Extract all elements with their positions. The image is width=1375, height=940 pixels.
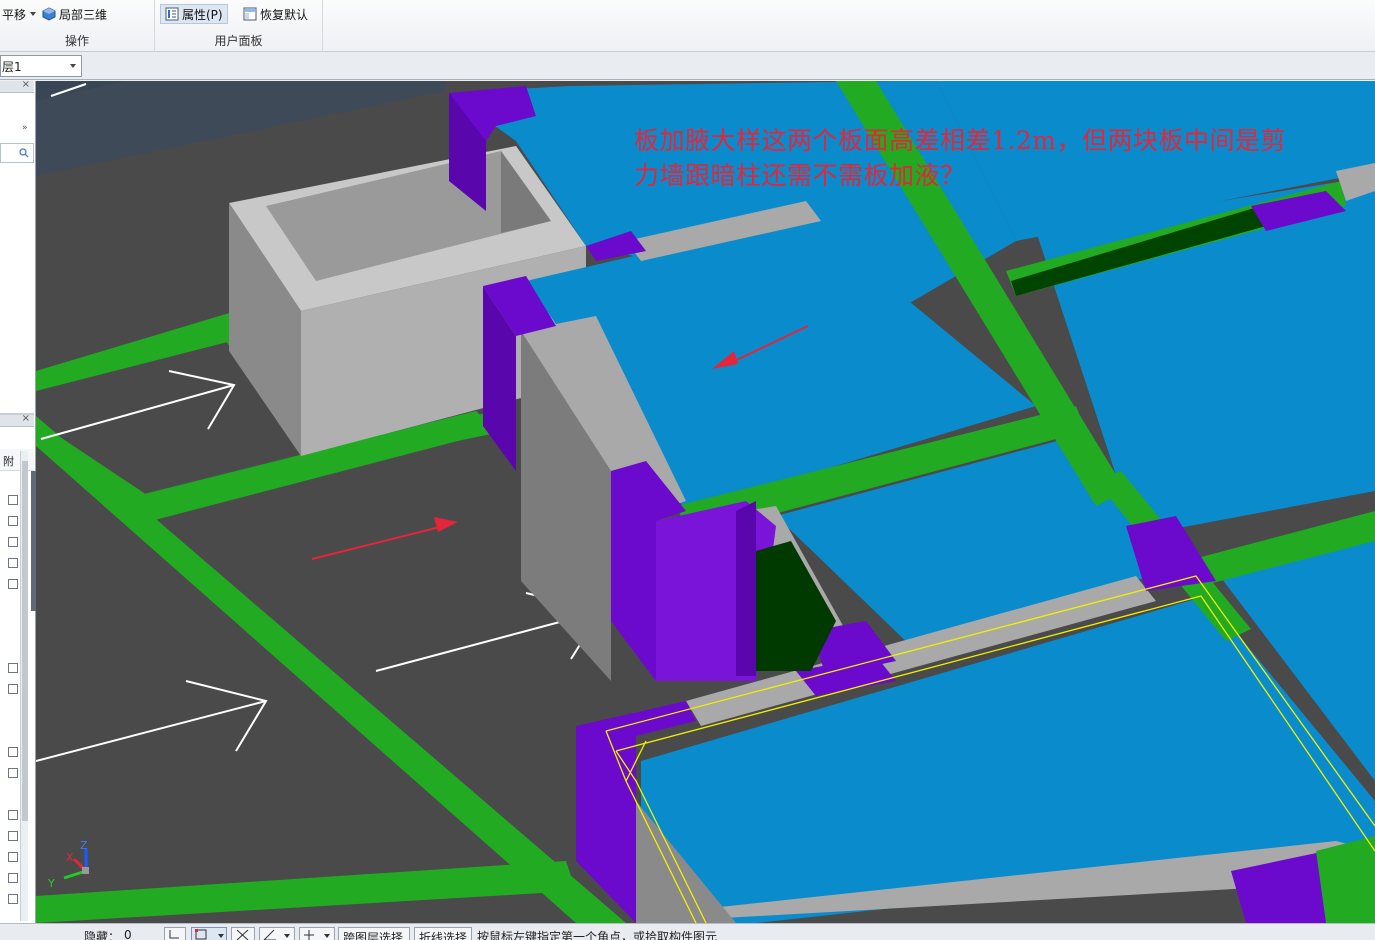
ortho-toggle[interactable] bbox=[164, 927, 186, 940]
polyline-select-label: 折线选择 bbox=[419, 931, 468, 940]
snap-mode-dropdown[interactable] bbox=[191, 927, 227, 940]
chevron-down-icon bbox=[30, 12, 37, 16]
expand-icon[interactable]: » bbox=[22, 123, 28, 133]
ribbon-group-operate: 平移 局部三维 操作 bbox=[0, 0, 155, 52]
axis-x-label: X bbox=[66, 851, 74, 864]
column-side bbox=[736, 501, 756, 676]
search-icon bbox=[19, 148, 29, 158]
layer-checkbox[interactable] bbox=[8, 558, 18, 568]
ortho-icon bbox=[169, 930, 179, 939]
layer-checkbox[interactable] bbox=[8, 516, 18, 526]
slab-beam bbox=[1316, 836, 1375, 923]
floor-selector[interactable]: 层1 bbox=[0, 55, 82, 77]
layer-checkbox[interactable] bbox=[8, 747, 18, 757]
annotation-line-1: 板加腋大样这两个板面高差相差1.2m，但两块板中间是剪 bbox=[634, 126, 1286, 155]
local-3d-button[interactable]: 局部三维 bbox=[38, 4, 111, 24]
status-prompt: 按鼠标左键指定第一个角点，或拾取构件图元 bbox=[477, 930, 718, 940]
left-panel: × » × 附 bbox=[0, 79, 36, 923]
angle-icon bbox=[263, 929, 290, 940]
plus-icon bbox=[304, 930, 330, 940]
axis-y-label: Y bbox=[47, 877, 55, 890]
pan-button[interactable]: 平移 bbox=[0, 4, 40, 24]
3d-viewport[interactable]: Z X Y 板加腋大样这两个板面高差相差1.2m，但两块板中间是剪 力墙跟暗柱还… bbox=[36, 81, 1375, 923]
axis-z-label: Z bbox=[80, 839, 88, 852]
panel-header: × bbox=[0, 79, 34, 93]
close-icon[interactable]: × bbox=[22, 79, 30, 90]
app-window: 平移 局部三维 操作 属性(P) 恢复默认 用户面板 层1 × » × 附 Z … bbox=[0, 0, 1375, 940]
restore-default-label: 恢复默认 bbox=[260, 7, 309, 22]
model-view[interactable]: Z X Y bbox=[36, 81, 1375, 923]
point-snap-dropdown[interactable] bbox=[299, 927, 335, 940]
pan-label: 平移 bbox=[2, 7, 27, 22]
polyline-select-button[interactable]: 折线选择 bbox=[414, 927, 472, 940]
properties-label: 属性(P) bbox=[182, 7, 223, 22]
layer-checkbox[interactable] bbox=[8, 768, 18, 778]
column-header-label: 附 bbox=[3, 455, 14, 468]
layer-checkbox[interactable] bbox=[8, 495, 18, 505]
layer-checkbox[interactable] bbox=[8, 831, 18, 841]
restore-layout-icon bbox=[243, 7, 257, 21]
layer-checkbox[interactable] bbox=[8, 852, 18, 862]
layer-checkbox[interactable] bbox=[8, 579, 18, 589]
angle-snap-dropdown[interactable] bbox=[259, 927, 295, 940]
close-icon[interactable]: × bbox=[22, 413, 30, 424]
column-header: 附 bbox=[0, 449, 34, 471]
layer-checkbox[interactable] bbox=[8, 810, 18, 820]
cross-floor-select-button[interactable]: 跨图层选择 bbox=[338, 927, 410, 940]
local-3d-label: 局部三维 bbox=[59, 7, 108, 22]
layer-checkbox[interactable] bbox=[8, 684, 18, 694]
ribbon: 平移 局部三维 操作 属性(P) 恢复默认 用户面板 bbox=[0, 0, 1375, 52]
layer-checkbox[interactable] bbox=[8, 873, 18, 883]
properties-button[interactable]: 属性(P) bbox=[160, 4, 228, 24]
ribbon-group-user-panel: 属性(P) 恢复默认 用户面板 bbox=[155, 0, 323, 52]
ribbon-group-caption: 用户面板 bbox=[214, 34, 263, 48]
cross-icon bbox=[236, 929, 249, 940]
panel-search-input[interactable] bbox=[0, 143, 34, 163]
panel-scrollbar[interactable] bbox=[20, 451, 28, 921]
properties-icon bbox=[165, 7, 179, 21]
intersect-snap-toggle[interactable] bbox=[231, 927, 255, 940]
hidden-label: 隐藏： bbox=[84, 930, 121, 940]
snap-icon bbox=[195, 929, 224, 940]
panel-header-lower: × bbox=[0, 413, 34, 427]
restore-default-button[interactable]: 恢复默认 bbox=[239, 4, 312, 24]
status-bar: 隐藏： 0 跨图层选择 折线选择 按鼠标左键指定第一个角点，或拾取构件图元 bbox=[0, 923, 1375, 940]
cube-icon bbox=[42, 7, 56, 21]
hidden-count: 0 bbox=[124, 928, 132, 940]
chevron-down-icon bbox=[70, 64, 76, 68]
ribbon-group-caption: 操作 bbox=[64, 34, 89, 48]
floor-selector-value: 层1 bbox=[2, 59, 22, 74]
floor-toolbar: 层1 bbox=[0, 52, 1375, 80]
layer-checkbox[interactable] bbox=[8, 894, 18, 904]
scrollbar-thumb[interactable] bbox=[22, 461, 28, 821]
annotation-text: 板加腋大样这两个板面高差相差1.2m，但两块板中间是剪 力墙跟暗柱还需不需板加液… bbox=[634, 123, 1364, 193]
layer-checkbox[interactable] bbox=[8, 663, 18, 673]
annotation-line-2: 力墙跟暗柱还需不需板加液？ bbox=[634, 161, 966, 190]
layer-checkbox[interactable] bbox=[8, 537, 18, 547]
cross-floor-select-label: 跨图层选择 bbox=[343, 931, 404, 940]
